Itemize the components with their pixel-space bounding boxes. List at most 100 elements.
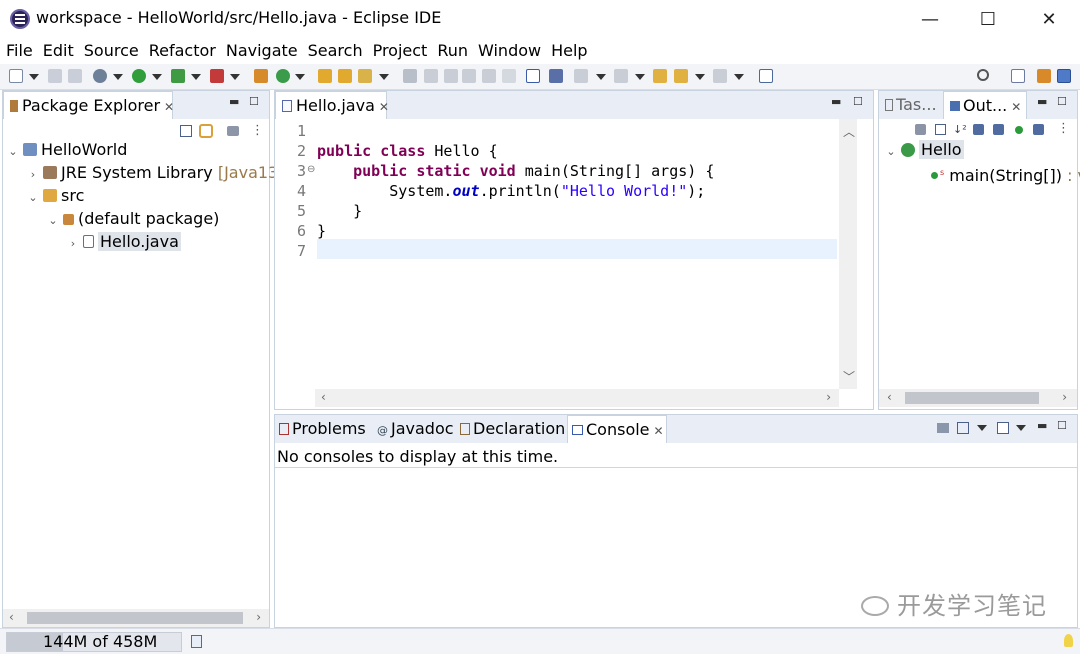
tab-console[interactable]: Console ✕	[567, 415, 667, 443]
display-console-icon[interactable]	[957, 422, 969, 434]
fold-toggle-icon[interactable]: ⊖	[307, 164, 315, 175]
outline-item-class[interactable]: ⌄ Hello	[885, 139, 964, 161]
sort-icon[interactable]: ↓²	[953, 123, 967, 136]
forward-dropdown-icon[interactable]	[734, 74, 744, 80]
tree-item-hello-java[interactable]: › Hello.java	[67, 231, 181, 253]
new-dropdown-icon[interactable]	[29, 74, 39, 80]
open-console-dropdown-icon[interactable]	[1016, 425, 1026, 431]
hide-fields-icon[interactable]	[973, 124, 984, 135]
terminal-icon[interactable]	[526, 69, 540, 83]
next-edit-icon[interactable]	[574, 69, 588, 83]
external-tools-icon[interactable]	[210, 69, 224, 83]
tab-tasks[interactable]: Tas...	[879, 91, 941, 119]
open-perspective-task-icon[interactable]	[759, 69, 773, 83]
java-perspective-icon[interactable]	[1057, 69, 1071, 83]
new-class-dropdown-icon[interactable]	[295, 74, 305, 80]
scroll-left-icon[interactable]: ‹	[9, 610, 14, 624]
hide-local-types-icon[interactable]	[1033, 124, 1044, 135]
menu-window[interactable]: Window	[471, 38, 541, 64]
link-with-editor-icon[interactable]	[199, 124, 213, 138]
maximize-view-icon[interactable]: ☐	[853, 95, 863, 108]
save-icon[interactable]	[48, 69, 62, 83]
horizontal-scrollbar[interactable]: ‹ ›	[879, 389, 1077, 407]
debug-icon[interactable]	[93, 69, 107, 83]
menu-project[interactable]: Project	[366, 38, 428, 64]
tab-package-explorer[interactable]: Package Explorer ✕	[3, 91, 174, 119]
minimize-view-icon[interactable]: ▬	[831, 95, 841, 108]
scroll-down-icon[interactable]: ﹀	[843, 368, 855, 385]
run-dropdown-icon[interactable]	[152, 74, 162, 80]
back-icon[interactable]	[674, 69, 688, 83]
chevron-right-icon[interactable]: ›	[67, 233, 79, 255]
scroll-thumb[interactable]	[905, 392, 1039, 404]
debug-dropdown-icon[interactable]	[113, 74, 123, 80]
chevron-down-icon[interactable]: ⌄	[47, 210, 59, 232]
view-menu-icon[interactable]: ⋮	[251, 123, 264, 138]
horizontal-scrollbar[interactable]: ‹ ›	[3, 609, 269, 627]
new-icon[interactable]	[9, 69, 23, 83]
focus-active-task-icon[interactable]	[915, 124, 926, 135]
scroll-right-icon[interactable]: ›	[826, 390, 831, 404]
minimize-view-icon[interactable]: ▬	[1037, 95, 1047, 108]
open-console-icon[interactable]	[997, 422, 1009, 434]
trash-icon[interactable]	[191, 635, 202, 648]
forward-icon[interactable]	[713, 69, 727, 83]
coverage-icon[interactable]	[171, 69, 185, 83]
hide-static-icon[interactable]	[993, 124, 1004, 135]
menu-refactor[interactable]: Refactor	[142, 38, 216, 64]
display-console-dropdown-icon[interactable]	[977, 425, 987, 431]
next-edit-dropdown-icon[interactable]	[596, 74, 606, 80]
heap-status[interactable]: 144M of 458M	[6, 632, 182, 652]
tab-problems[interactable]: Problems	[275, 415, 371, 443]
minimize-view-icon[interactable]: ▬	[1037, 419, 1047, 432]
maximize-view-icon[interactable]: ☐	[1057, 419, 1067, 432]
java-ee-perspective-icon[interactable]	[1037, 69, 1051, 83]
last-edit-icon[interactable]	[653, 69, 667, 83]
search-dropdown-icon[interactable]	[379, 74, 389, 80]
tab-hello-java[interactable]: Hello.java ✕	[275, 91, 389, 119]
pin-icon[interactable]	[549, 69, 563, 83]
block-selection-icon[interactable]	[482, 69, 496, 83]
show-whitespace-icon[interactable]	[502, 69, 516, 83]
scroll-left-icon[interactable]: ‹	[887, 390, 892, 404]
menu-navigate[interactable]: Navigate	[219, 38, 298, 64]
menu-help[interactable]: Help	[544, 38, 587, 64]
coverage-dropdown-icon[interactable]	[191, 74, 201, 80]
horizontal-scrollbar[interactable]: ‹ ›	[315, 389, 839, 407]
close-icon[interactable]: ✕	[379, 100, 389, 114]
maximize-button[interactable]: ☐	[965, 2, 1011, 36]
close-icon[interactable]: ✕	[654, 424, 664, 438]
menu-run[interactable]: Run	[430, 38, 468, 64]
prev-edit-dropdown-icon[interactable]	[635, 74, 645, 80]
new-java-package-icon[interactable]	[254, 69, 268, 83]
external-tools-dropdown-icon[interactable]	[230, 74, 240, 80]
search-icon[interactable]	[977, 69, 989, 81]
collapse-all-icon[interactable]	[935, 124, 946, 135]
tab-javadoc[interactable]: @ Javadoc	[373, 415, 455, 443]
minimize-view-icon[interactable]: ▬	[229, 95, 239, 108]
lightbulb-icon[interactable]	[1064, 634, 1073, 647]
menu-search[interactable]: Search	[301, 38, 363, 64]
open-type-icon[interactable]	[318, 69, 332, 83]
close-icon[interactable]: ✕	[1011, 100, 1021, 114]
maximize-view-icon[interactable]: ☐	[249, 95, 259, 108]
pin-console-icon[interactable]	[937, 423, 949, 433]
menu-edit[interactable]: Edit	[36, 38, 74, 64]
tree-item-jre-library[interactable]: › JRE System Library [Java13]	[27, 162, 285, 184]
tab-outline[interactable]: Out... ✕	[943, 91, 1027, 119]
maximize-view-icon[interactable]: ☐	[1057, 95, 1067, 108]
menu-source[interactable]: Source	[77, 38, 139, 64]
chevron-down-icon[interactable]: ⌄	[27, 187, 39, 209]
scroll-right-icon[interactable]: ›	[1062, 390, 1067, 404]
prev-annotation-icon[interactable]	[444, 69, 458, 83]
menu-file[interactable]: File	[0, 38, 33, 64]
tree-item-project[interactable]: ⌄ HelloWorld	[7, 139, 127, 161]
scroll-left-icon[interactable]: ‹	[321, 390, 326, 404]
save-all-icon[interactable]	[68, 69, 82, 83]
chevron-down-icon[interactable]: ⌄	[7, 141, 19, 163]
tree-item-default-package[interactable]: ⌄ (default package)	[47, 208, 219, 230]
scroll-thumb[interactable]	[27, 612, 243, 624]
filter-icon[interactable]	[227, 126, 239, 136]
scroll-right-icon[interactable]: ›	[256, 610, 261, 624]
open-task-icon[interactable]	[338, 69, 352, 83]
